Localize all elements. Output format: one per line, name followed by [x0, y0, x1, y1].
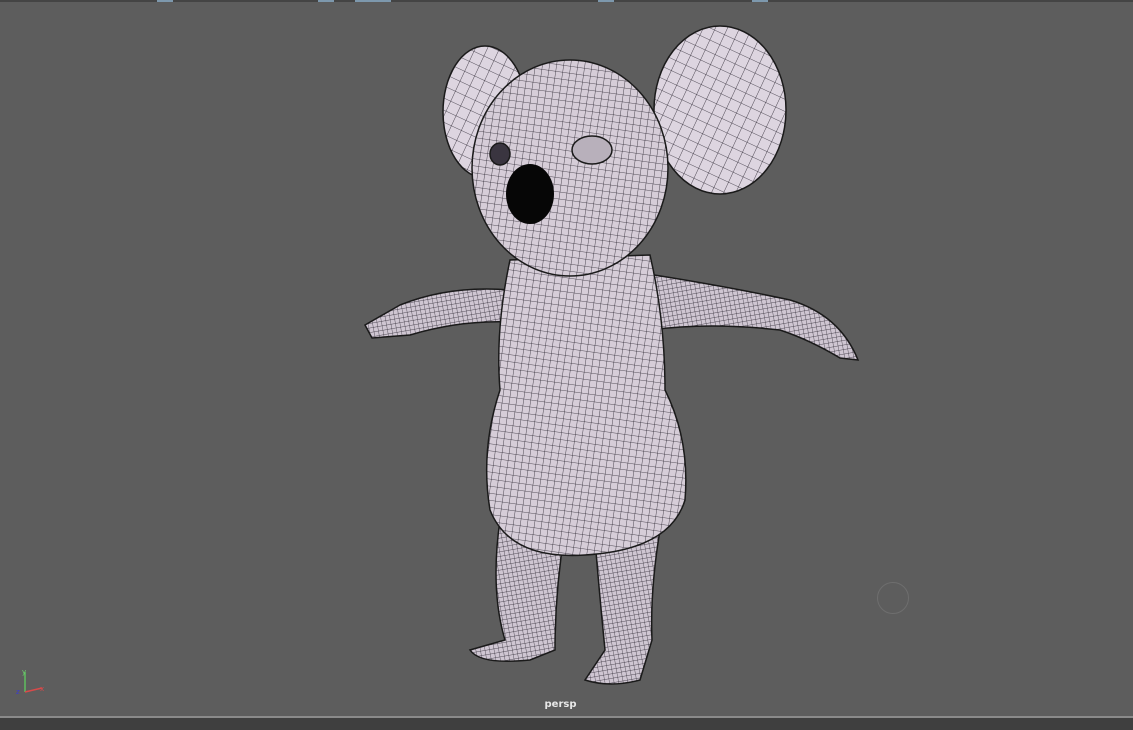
- koala-mesh[interactable]: [363, 25, 860, 685]
- 3d-viewport[interactable]: [0, 2, 1133, 716]
- right-eye: [571, 135, 613, 165]
- right-ear: [653, 25, 787, 195]
- left-eye: [489, 142, 511, 166]
- left-arm: [363, 288, 511, 339]
- camera-label: persp: [544, 699, 577, 710]
- head: [471, 59, 669, 277]
- navigation-circle: [877, 582, 909, 614]
- torso: [485, 254, 687, 557]
- nose: [506, 164, 554, 224]
- axis-gizmo: y x z: [16, 668, 44, 696]
- z-axis-label: z: [16, 688, 20, 696]
- right-arm: [633, 271, 860, 361]
- y-axis-label: y: [22, 668, 26, 676]
- x-axis-label: x: [40, 685, 44, 693]
